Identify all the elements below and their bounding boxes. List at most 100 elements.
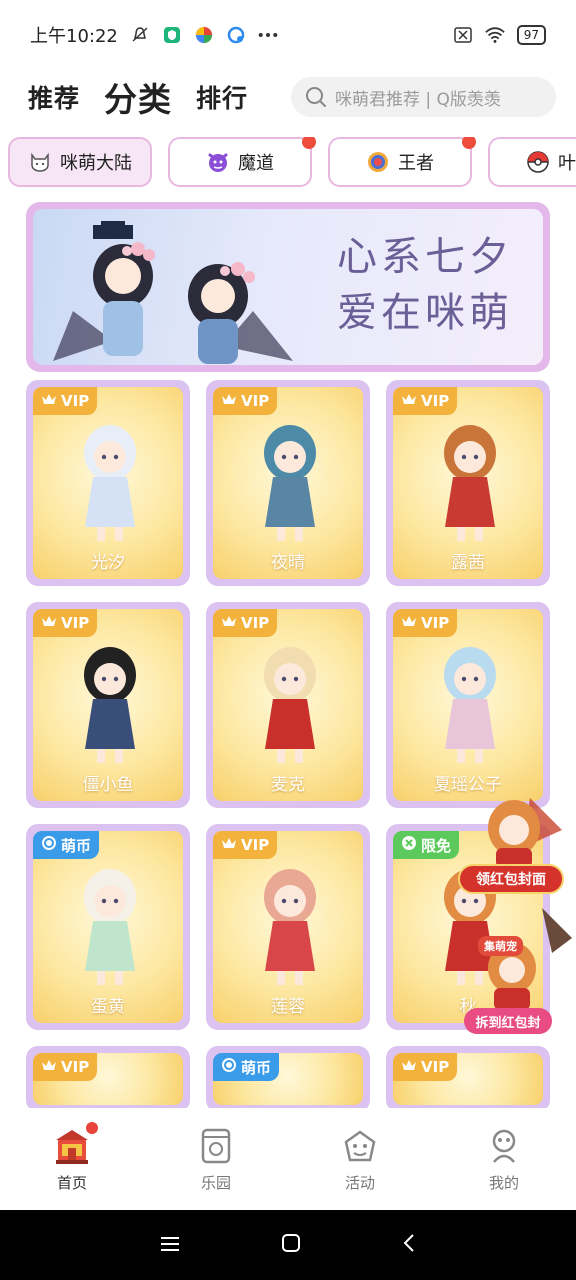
crown-icon bbox=[401, 614, 417, 632]
outfit-character-illustration bbox=[444, 425, 496, 541]
crown-icon bbox=[221, 836, 237, 854]
outfit-badge: 萌币 bbox=[33, 831, 100, 859]
outfit-name: 蛋黄 bbox=[91, 997, 125, 1017]
outfit-badge: VIP bbox=[33, 387, 98, 415]
crown-icon bbox=[221, 392, 237, 410]
wifi-icon bbox=[484, 25, 505, 45]
mute-icon bbox=[130, 25, 150, 45]
shield-app-icon bbox=[162, 25, 182, 45]
category-chip-yeluo[interactable]: 叶罗 bbox=[488, 137, 576, 187]
outfit-card[interactable]: 萌币 bbox=[206, 1046, 370, 1112]
red-envelope-promo[interactable]: 领红包封面 拆到红包封 集萌宠 bbox=[452, 778, 576, 1036]
outfit-character-illustration bbox=[444, 647, 496, 763]
gift-icon bbox=[401, 835, 417, 855]
outfit-card-image: VIP 光汐 bbox=[33, 387, 183, 579]
category-chip-label: 叶罗 bbox=[558, 153, 576, 174]
outfit-card-image: VIP 莲蓉 bbox=[213, 831, 363, 1023]
notification-dot bbox=[462, 137, 476, 149]
outfit-badge-label: VIP bbox=[421, 1058, 450, 1076]
banner-title-line2: 爱在咪萌 bbox=[337, 290, 513, 336]
outfit-badge: VIP bbox=[33, 1053, 98, 1081]
outfit-card[interactable]: VIP 莲蓉 bbox=[206, 824, 370, 1030]
banner-characters-illustration bbox=[53, 221, 293, 364]
outfit-card-image: VIP bbox=[393, 1053, 543, 1105]
outfit-name: 光汐 bbox=[91, 553, 125, 573]
outfit-card-image: VIP 夜晴 bbox=[213, 387, 363, 579]
outfit-card[interactable]: VIP 僵小鱼 bbox=[26, 602, 190, 808]
pokeball-icon bbox=[526, 150, 550, 174]
outfit-badge-label: VIP bbox=[241, 392, 270, 410]
pinwheel-app-icon bbox=[194, 25, 214, 45]
outfit-badge-label: VIP bbox=[61, 614, 90, 632]
outfit-badge-label: VIP bbox=[61, 1058, 90, 1076]
crown-icon bbox=[41, 614, 57, 632]
crown-icon bbox=[41, 1058, 57, 1076]
outfit-card[interactable]: VIP bbox=[26, 1046, 190, 1112]
more-icon bbox=[258, 25, 278, 45]
crown-icon bbox=[401, 1058, 417, 1076]
outfit-character-illustration bbox=[264, 647, 316, 763]
nav-park[interactable]: 乐园 bbox=[144, 1108, 288, 1210]
outfit-card[interactable]: VIP bbox=[386, 1046, 550, 1112]
nav-park-label: 乐园 bbox=[200, 1173, 231, 1192]
outfit-card-image: VIP 夏瑶公子 bbox=[393, 609, 543, 801]
outfit-card[interactable]: VIP 光汐 bbox=[26, 380, 190, 586]
tab-category[interactable]: 分类 bbox=[104, 73, 172, 121]
temple-home-icon bbox=[52, 1121, 98, 1166]
battery-indicator: 97 bbox=[516, 25, 546, 45]
outfit-badge: VIP bbox=[393, 387, 458, 415]
nav-profile[interactable]: 我的 bbox=[432, 1108, 576, 1210]
category-chip-wangzhe[interactable]: 王者 bbox=[328, 137, 476, 187]
outfit-card[interactable]: VIP 麦克 bbox=[206, 602, 370, 808]
devil-face-icon bbox=[206, 150, 230, 174]
outfit-character-illustration bbox=[264, 869, 316, 985]
outfit-card-image: VIP 露茜 bbox=[393, 387, 543, 579]
tab-recommend[interactable]: 推荐 bbox=[28, 79, 80, 115]
outfit-card[interactable]: VIP 露茜 bbox=[386, 380, 550, 586]
outfit-name: 夜晴 bbox=[271, 553, 305, 573]
promo-label: 领红包封面 bbox=[458, 864, 564, 894]
category-chip-label: 魔道 bbox=[238, 153, 274, 174]
sim-off-icon bbox=[453, 25, 473, 45]
browser-app-icon bbox=[226, 25, 246, 45]
outfit-name: 麦克 bbox=[271, 775, 305, 795]
outfit-badge: VIP bbox=[213, 609, 278, 637]
banner-title-line1: 心系七夕 bbox=[337, 234, 513, 280]
outfit-badge: VIP bbox=[33, 609, 98, 637]
nav-events[interactable]: 活动 bbox=[288, 1108, 432, 1210]
outfit-badge-label: 限免 bbox=[421, 836, 452, 855]
nav-events-label: 活动 bbox=[344, 1173, 375, 1192]
home-icon[interactable] bbox=[281, 1231, 301, 1259]
outfit-badge: VIP bbox=[213, 387, 278, 415]
outfit-badge-label: VIP bbox=[421, 392, 450, 410]
event-banner[interactable]: 心系七夕 爱在咪萌 bbox=[26, 202, 550, 372]
outfit-character-illustration bbox=[84, 425, 136, 541]
outfit-character-illustration bbox=[84, 647, 136, 763]
outfit-badge-label: 萌币 bbox=[61, 836, 92, 855]
nav-profile-label: 我的 bbox=[488, 1173, 519, 1192]
outfit-character-illustration bbox=[84, 869, 136, 985]
tab-ranking[interactable]: 排行 bbox=[196, 79, 248, 115]
profile-icon bbox=[484, 1126, 524, 1166]
banner-title: 心系七夕 爱在咪萌 bbox=[337, 229, 513, 341]
category-chip-mimeng[interactable]: 咪萌大陆 bbox=[8, 137, 152, 187]
search-placeholder: 咪萌君推荐 | Q版羡羡 bbox=[335, 89, 501, 110]
outfit-character-illustration bbox=[264, 425, 316, 541]
outfit-card-image: VIP bbox=[33, 1053, 183, 1105]
menu-icon[interactable] bbox=[160, 1231, 180, 1259]
crown-icon bbox=[41, 392, 57, 410]
outfit-card[interactable]: 萌币蛋黄 bbox=[26, 824, 190, 1030]
cat-face-icon bbox=[28, 150, 52, 174]
back-icon[interactable] bbox=[402, 1231, 416, 1259]
nav-home[interactable]: 首页 bbox=[0, 1108, 144, 1210]
promo-tag: 集萌宠 bbox=[478, 936, 523, 956]
notification-dot bbox=[302, 137, 316, 149]
promo-character-illustration bbox=[488, 798, 572, 1010]
outfit-card-image: 萌币 bbox=[213, 1053, 363, 1105]
crown-icon bbox=[221, 614, 237, 632]
outfit-name: 莲蓉 bbox=[271, 997, 305, 1017]
search-input[interactable]: 咪萌君推荐 | Q版羡羡 bbox=[291, 77, 556, 117]
crown-icon bbox=[401, 392, 417, 410]
category-chip-modao[interactable]: 魔道 bbox=[168, 137, 316, 187]
outfit-card[interactable]: VIP 夜晴 bbox=[206, 380, 370, 586]
